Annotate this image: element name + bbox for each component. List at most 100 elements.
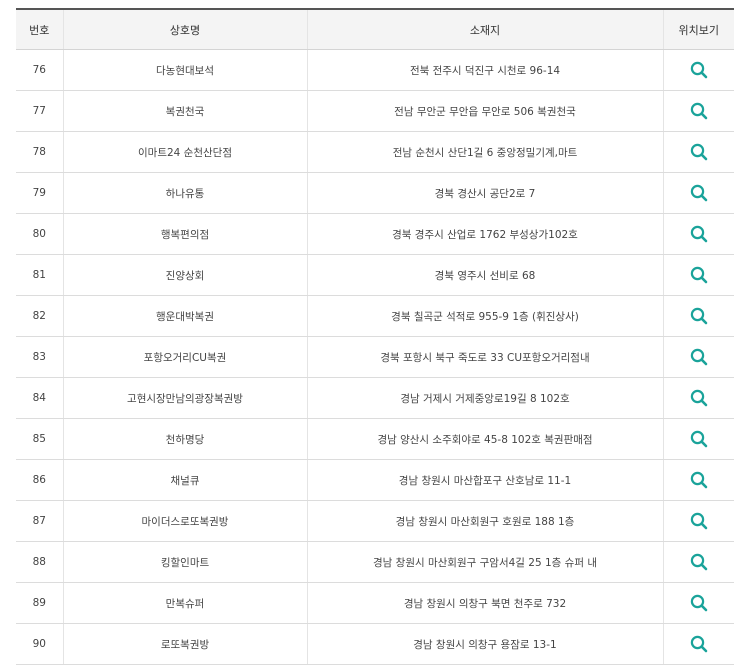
cell-address: 경남 창원시 마산합포구 산호남로 11-1	[307, 459, 664, 501]
cell-store-name: 포항오거리CU복권	[63, 336, 308, 378]
search-icon	[690, 594, 708, 612]
cell-store-name: 진양상회	[63, 254, 308, 296]
view-location-button[interactable]	[689, 470, 709, 490]
table-row: 83 포항오거리CU복권 경북 포항시 북구 죽도로 33 CU포항오거리점내	[16, 336, 734, 378]
cell-no: 80	[16, 213, 64, 255]
cell-no: 89	[16, 582, 64, 624]
cell-store-name: 로또복권방	[63, 623, 308, 665]
table-row: 88 킹할인마트 경남 창원시 마산회원구 구암서4길 25 1층 슈퍼 내	[16, 541, 734, 583]
cell-store-name: 천하명당	[63, 418, 308, 460]
view-location-button[interactable]	[689, 593, 709, 613]
cell-address: 전남 무안군 무안읍 무안로 506 복권천국	[307, 90, 664, 132]
cell-location	[663, 49, 734, 91]
cell-location	[663, 418, 734, 460]
table-row: 87 마이더스로또복권방 경남 창원시 마산회원구 호원로 188 1층	[16, 500, 734, 542]
table-row: 82 행운대박복권 경북 칠곡군 석적로 955-9 1층 (휘진상사)	[16, 295, 734, 337]
view-location-button[interactable]	[689, 552, 709, 572]
table-row: 90 로또복권방 경남 창원시 의창구 용잠로 13-1	[16, 623, 734, 665]
table-row: 78 이마트24 순천산단점 전남 순천시 산단1길 6 중앙정밀기계,마트	[16, 131, 734, 173]
cell-no: 78	[16, 131, 64, 173]
view-location-button[interactable]	[689, 429, 709, 449]
view-location-button[interactable]	[689, 183, 709, 203]
search-icon	[690, 553, 708, 571]
header-name: 상호명	[63, 9, 308, 50]
search-icon	[690, 266, 708, 284]
table-row: 84 고현시장만남의광장복권방 경남 거제시 거제중앙로19길 8 102호	[16, 377, 734, 419]
cell-address: 경남 창원시 마산회원구 호원로 188 1층	[307, 500, 664, 542]
cell-location	[663, 131, 734, 173]
cell-store-name: 하나유통	[63, 172, 308, 214]
cell-store-name: 만복슈퍼	[63, 582, 308, 624]
view-location-button[interactable]	[689, 60, 709, 80]
view-location-button[interactable]	[689, 101, 709, 121]
cell-no: 88	[16, 541, 64, 583]
cell-location	[663, 459, 734, 501]
cell-no: 87	[16, 500, 64, 542]
table-row: 81 진양상회 경북 영주시 선비로 68	[16, 254, 734, 296]
search-icon	[690, 389, 708, 407]
cell-location	[663, 541, 734, 583]
search-icon	[690, 184, 708, 202]
header-no: 번호	[16, 9, 64, 50]
search-icon	[690, 635, 708, 653]
search-icon	[690, 430, 708, 448]
cell-location	[663, 90, 734, 132]
header-row: 번호 상호명 소재지 위치보기	[16, 9, 734, 50]
cell-address: 경남 창원시 의창구 용잠로 13-1	[307, 623, 664, 665]
table-row: 89 만복슈퍼 경남 창원시 의창구 북면 천주로 732	[16, 582, 734, 624]
cell-store-name: 마이더스로또복권방	[63, 500, 308, 542]
cell-no: 86	[16, 459, 64, 501]
cell-store-name: 이마트24 순천산단점	[63, 131, 308, 173]
cell-location	[663, 500, 734, 542]
cell-location	[663, 582, 734, 624]
cell-store-name: 행운대박복권	[63, 295, 308, 337]
cell-address: 경남 양산시 소주회야로 45-8 102호 복권판매점	[307, 418, 664, 460]
cell-location	[663, 213, 734, 255]
cell-address: 경북 영주시 선비로 68	[307, 254, 664, 296]
cell-location	[663, 172, 734, 214]
cell-store-name: 채널큐	[63, 459, 308, 501]
cell-no: 90	[16, 623, 64, 665]
table-row: 80 행복편의점 경북 경주시 산업로 1762 부성상가102호	[16, 213, 734, 255]
cell-location	[663, 377, 734, 419]
cell-address: 경북 경주시 산업로 1762 부성상가102호	[307, 213, 664, 255]
table-body: 76 다농현대보석 전북 전주시 덕진구 시천로 96-14 77 복권천국 전남 무안군…	[16, 49, 734, 665]
view-location-button[interactable]	[689, 306, 709, 326]
cell-location	[663, 623, 734, 665]
search-icon	[690, 225, 708, 243]
cell-address: 전북 전주시 덕진구 시천로 96-14	[307, 49, 664, 91]
store-table: 번호 상호명 소재지 위치보기 76 다농현대보석 전북 전주시 덕진구 시천로 9…	[16, 8, 734, 665]
search-icon	[690, 348, 708, 366]
cell-no: 82	[16, 295, 64, 337]
header-address: 소재지	[307, 9, 664, 50]
cell-address: 경남 창원시 마산회원구 구암서4길 25 1층 슈퍼 내	[307, 541, 664, 583]
cell-address: 경북 포항시 북구 죽도로 33 CU포항오거리점내	[307, 336, 664, 378]
search-icon	[690, 307, 708, 325]
cell-no: 76	[16, 49, 64, 91]
view-location-button[interactable]	[689, 142, 709, 162]
table-header: 번호 상호명 소재지 위치보기	[16, 9, 734, 50]
cell-address: 전남 순천시 산단1길 6 중앙정밀기계,마트	[307, 131, 664, 173]
view-location-button[interactable]	[689, 388, 709, 408]
view-location-button[interactable]	[689, 634, 709, 654]
cell-location	[663, 336, 734, 378]
cell-store-name: 다농현대보석	[63, 49, 308, 91]
cell-no: 85	[16, 418, 64, 460]
cell-location	[663, 254, 734, 296]
table-row: 86 채널큐 경남 창원시 마산합포구 산호남로 11-1	[16, 459, 734, 501]
search-icon	[690, 102, 708, 120]
view-location-button[interactable]	[689, 224, 709, 244]
cell-location	[663, 295, 734, 337]
cell-no: 79	[16, 172, 64, 214]
view-location-button[interactable]	[689, 265, 709, 285]
search-icon	[690, 143, 708, 161]
search-icon	[690, 61, 708, 79]
cell-store-name: 고현시장만남의광장복권방	[63, 377, 308, 419]
cell-no: 81	[16, 254, 64, 296]
header-location: 위치보기	[663, 9, 734, 50]
table-row: 76 다농현대보석 전북 전주시 덕진구 시천로 96-14	[16, 49, 734, 91]
view-location-button[interactable]	[689, 511, 709, 531]
cell-no: 83	[16, 336, 64, 378]
table-row: 85 천하명당 경남 양산시 소주회야로 45-8 102호 복권판매점	[16, 418, 734, 460]
view-location-button[interactable]	[689, 347, 709, 367]
